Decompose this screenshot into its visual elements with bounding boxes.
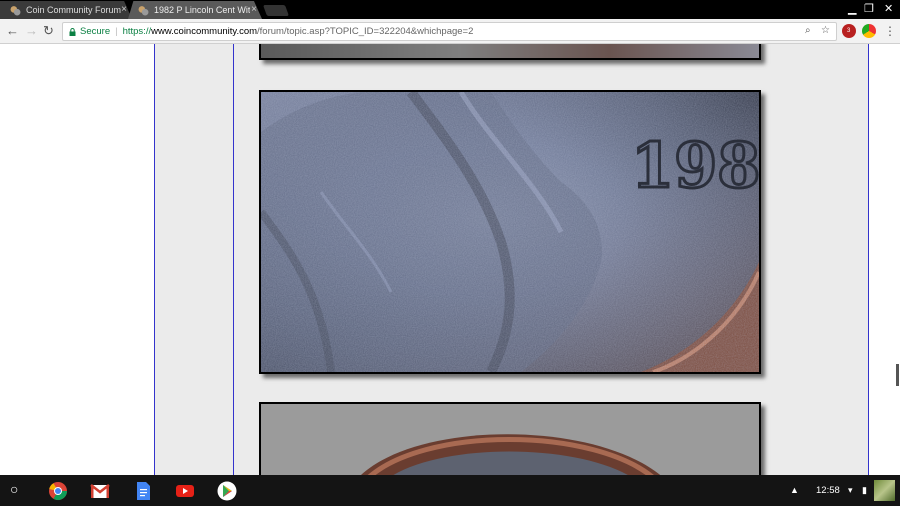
url-scheme: https:// — [122, 26, 152, 37]
forward-button[interactable]: → — [25, 23, 38, 38]
profile-extension-icon[interactable] — [862, 24, 876, 38]
coin-photo-next[interactable] — [259, 402, 761, 475]
battery-icon[interactable]: ▮ — [862, 485, 867, 496]
page-content: 198 — [0, 44, 900, 475]
user-avatar[interactable] — [874, 480, 895, 501]
omnibox-separator: | — [115, 26, 118, 37]
menu-icon[interactable]: ⋮ — [884, 24, 896, 38]
column-border-right — [868, 44, 869, 475]
extension-icon[interactable]: 3 — [842, 24, 856, 38]
tab-title: 1982 P Lincoln Cent With — [154, 5, 250, 15]
tab-title: Coin Community Forum — [26, 5, 122, 15]
lock-icon — [69, 27, 76, 36]
os-shelf: ○ ▲ 12:58 ▾ ▮ — [0, 475, 900, 506]
reload-button[interactable]: ↻ — [43, 23, 54, 39]
browser-toolbar: ← → ↻ Secure | https:// www.coincommunit… — [0, 19, 900, 44]
restore-icon[interactable]: ❐ — [864, 2, 874, 15]
url-host: www.coincommunity.com — [151, 26, 258, 37]
play-store-app-icon[interactable] — [217, 481, 237, 501]
url-path: /forum/topic.asp?TOPIC_ID=322204&whichpa… — [257, 26, 474, 37]
extension-badge: 3 — [847, 28, 851, 34]
wifi-icon[interactable]: ▾ — [848, 485, 853, 496]
scrollbar-thumb[interactable] — [896, 364, 899, 386]
tab-close-icon[interactable]: × — [121, 4, 127, 15]
new-tab-button[interactable] — [262, 5, 290, 16]
coin-rim-image — [261, 404, 759, 475]
google-docs-app-icon[interactable] — [133, 481, 153, 501]
zoom-icon[interactable]: ⌕ — [805, 25, 811, 36]
tab-lincoln-cent[interactable]: 1982 P Lincoln Cent With × — [128, 1, 262, 19]
chrome-app-icon[interactable] — [48, 481, 68, 501]
coin-photo-closeup[interactable]: 198 — [259, 90, 761, 374]
system-clock[interactable]: 12:58 — [816, 485, 840, 496]
tab-close-icon[interactable]: × — [251, 4, 257, 15]
youtube-app-icon[interactable] — [175, 481, 195, 501]
launcher-icon[interactable]: ○ — [10, 481, 18, 497]
tab-strip: Coin Community Forum × 1982 P Lincoln Ce… — [0, 0, 900, 19]
window-close-icon[interactable]: ✕ — [884, 2, 893, 15]
coin-favicon-icon — [138, 6, 149, 16]
address-bar[interactable]: Secure | https:// www.coincommunity.com … — [62, 22, 837, 41]
gmail-app-icon[interactable] — [90, 481, 110, 501]
column-border-inner — [233, 44, 234, 475]
notification-icon[interactable]: ▲ — [790, 485, 799, 495]
back-button[interactable]: ← — [6, 23, 19, 38]
minimize-icon[interactable]: ▁ — [848, 2, 856, 15]
tab-coin-community-forum[interactable]: Coin Community Forum × — [0, 1, 132, 19]
column-border-left — [154, 44, 155, 475]
coin-photo-previous[interactable] — [259, 44, 761, 60]
coin-date-digits: 198 — [631, 129, 759, 202]
coin-closeup-image: 198 — [261, 92, 759, 372]
secure-label: Secure — [80, 26, 111, 37]
bookmark-star-icon[interactable]: ☆ — [821, 25, 830, 36]
coin-favicon-icon — [10, 6, 21, 16]
